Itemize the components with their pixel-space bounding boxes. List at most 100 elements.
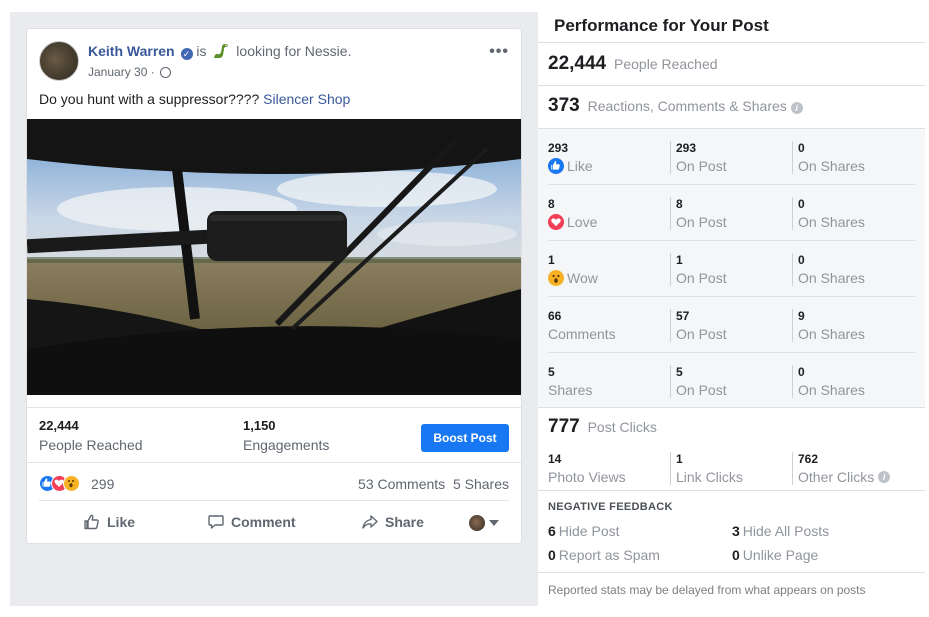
comments-total-value: 66 [548, 309, 562, 323]
wow-on-shares-value: 0 [798, 253, 805, 267]
link-clicks-value: 1 [676, 452, 683, 466]
thumbs-up-icon [84, 514, 99, 530]
love-label: Love [567, 214, 598, 230]
comments-on-shares-label: On Shares [798, 326, 865, 342]
more-options-icon[interactable]: ••• [489, 43, 509, 61]
comments-on-post-value: 57 [676, 309, 690, 323]
comments-label: Comments [548, 326, 616, 342]
love-on-shares-value: 0 [798, 197, 805, 211]
boost-post-button[interactable]: Boost Post [421, 424, 509, 452]
share-button[interactable]: Share [361, 513, 424, 531]
like-on-post-label: On Post [676, 158, 727, 174]
people-reached-summary: 22,444 People Reached [548, 53, 718, 75]
like-on-shares: 0 On Shares [792, 141, 865, 174]
hide-all-posts-value: 3 [732, 523, 740, 539]
comments-shares-count[interactable]: 53 Comments 5 Shares [358, 476, 509, 492]
post-card: Keith Warren ✓ is looking for Nessie. Ja… [26, 28, 522, 544]
post-header: Keith Warren ✓ is looking for Nessie. Ja… [39, 41, 509, 85]
reaction-count[interactable]: 299 [91, 476, 114, 492]
share-icon [362, 515, 378, 529]
comment-label: Comment [231, 514, 296, 530]
unlike-page-value: 0 [732, 547, 740, 563]
report-spam-value: 0 [548, 547, 556, 563]
info-icon[interactable]: i [878, 471, 891, 483]
like-on-post: 293 On Post [670, 141, 727, 174]
comment-button[interactable]: Comment [207, 513, 296, 531]
negative-feedback-title: NEGATIVE FEEDBACK [548, 501, 673, 513]
unlike-page-stat: 0 Unlike Page [732, 547, 818, 563]
post-insights-row: 22,444 People Reached 1,150 Engagements … [27, 407, 521, 463]
wow-on-post-value: 1 [676, 253, 683, 267]
shares-total-value: 5 [548, 365, 555, 379]
like-total: 293 Like [548, 141, 593, 174]
nessie-icon [212, 43, 230, 62]
hide-all-posts-label: Hide All Posts [742, 523, 830, 539]
post-clicks-label: Post Clicks [587, 419, 657, 435]
comments-on-post-label: On Post [676, 326, 727, 342]
divider [538, 490, 925, 491]
like-on-shares-label: On Shares [798, 158, 865, 174]
shares-on-shares: 0 On Shares [792, 365, 865, 398]
hide-all-posts-stat: 3 Hide All Posts [732, 523, 829, 539]
love-on-shares: 0 On Shares [792, 197, 865, 230]
post-photo[interactable] [27, 119, 521, 395]
stats-footnote: Reported stats may be delayed from what … [548, 583, 866, 597]
wow-total-value: 1 [548, 253, 555, 267]
feeling-prefix: is [196, 43, 207, 59]
shares-on-post-label: On Post [676, 382, 727, 398]
post-as-selector[interactable] [469, 515, 499, 531]
shares-label: Shares [548, 382, 593, 398]
love-on-shares-label: On Shares [798, 214, 865, 230]
wow-on-shares: 0 On Shares [792, 253, 865, 286]
hide-post-value: 6 [548, 523, 556, 539]
reactions-summary: 299 53 Comments 5 Shares [39, 475, 509, 501]
wow-on-post-label: On Post [676, 270, 727, 286]
love-total-value: 8 [548, 197, 555, 211]
other-clicks-label: Other Clicks [798, 469, 875, 485]
share-label: Share [385, 514, 424, 530]
other-clicks-value: 762 [798, 452, 819, 466]
author-avatar[interactable] [39, 41, 79, 81]
post-date[interactable]: January 30 · [88, 65, 155, 79]
like-label: Like [567, 158, 593, 174]
engagement-breakdown: 293 Like 293 On Post 0 On Shares 8 Love … [538, 128, 925, 408]
hide-post-stat: 6 Hide Post [548, 523, 620, 539]
other-clicks: 762 Other Clicks i [792, 452, 891, 485]
post-meta: January 30 · [88, 65, 172, 79]
like-label: Like [107, 514, 136, 530]
link-clicks: 1 Link Clicks [670, 452, 743, 485]
wow-icon [548, 270, 564, 286]
comments-on-shares-value: 9 [798, 309, 805, 323]
people-reached-summary-label: People Reached [614, 56, 718, 72]
like-button[interactable]: Like [83, 513, 135, 531]
shares-on-post: 5 On Post [670, 365, 727, 398]
breakdown-row-love: 8 Love 8 On Post 0 On Shares [538, 185, 925, 241]
info-icon[interactable]: i [790, 102, 803, 114]
shares-on-shares-label: On Shares [798, 382, 865, 398]
link-clicks-label: Link Clicks [676, 469, 743, 485]
author-name[interactable]: Keith Warren [88, 43, 175, 59]
comment-icon [208, 515, 224, 529]
report-spam-label: Report as Spam [558, 547, 660, 563]
people-reached-stat[interactable]: 22,444 People Reached [39, 418, 143, 453]
wow-on-shares-label: On Shares [798, 270, 865, 286]
engagement-summary: 373 Reactions, Comments & Shares i [548, 95, 803, 117]
unlike-page-label: Unlike Page [742, 547, 819, 563]
tagged-page-link[interactable]: Silencer Shop [263, 91, 350, 107]
breakdown-row-comments: 66 Comments 57 On Post 9 On Shares [538, 297, 925, 353]
globe-icon [160, 67, 172, 78]
post-clicks-summary: 777 Post Clicks [548, 416, 657, 438]
post-body: Do you hunt with a suppressor???? [39, 91, 260, 107]
chevron-down-icon [489, 520, 499, 526]
engagements-stat[interactable]: 1,150 Engagements [243, 418, 329, 453]
photo-views-value: 14 [548, 452, 562, 466]
like-icon [548, 158, 564, 174]
love-icon [548, 214, 564, 230]
photo-views-label: Photo Views [548, 469, 626, 485]
performance-title: Performance for Your Post [554, 16, 769, 35]
love-on-post-label: On Post [676, 214, 727, 230]
reaction-icons[interactable] [39, 475, 80, 492]
wow-on-post: 1 On Post [670, 253, 727, 286]
comments-on-post: 57 On Post [670, 309, 727, 342]
breakdown-row-like: 293 Like 293 On Post 0 On Shares [538, 129, 925, 185]
